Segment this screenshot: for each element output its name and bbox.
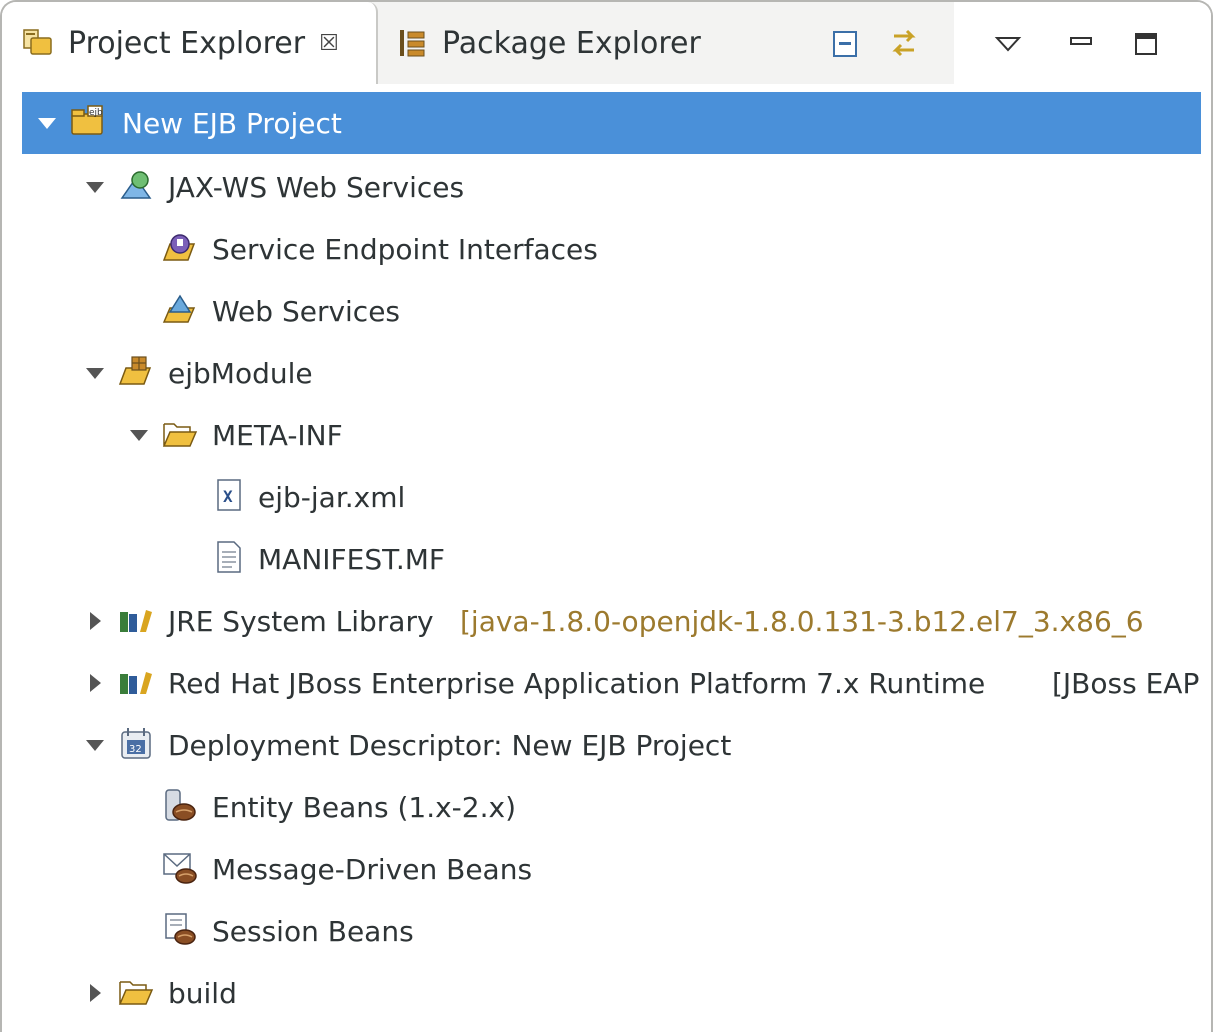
tree-item-build[interactable]: build: [22, 962, 1201, 1024]
minimize-icon: [1070, 37, 1092, 45]
tree-item-label: Session Beans: [212, 914, 414, 948]
project-explorer-view: Project Explorer ☒ Package Explorer ejb …: [0, 0, 1213, 1032]
minimize-button[interactable]: [1062, 24, 1102, 64]
collapsed-arrow-icon[interactable]: [84, 672, 106, 694]
tree-item-label: build: [168, 976, 237, 1010]
tree-item-session-beans[interactable]: Session Beans: [22, 900, 1201, 962]
tree-item-ejbmodule[interactable]: ejbModule: [22, 342, 1201, 404]
tree-item-jboss-runtime[interactable]: Red Hat JBoss Enterprise Application Pla…: [22, 652, 1201, 714]
web-services-globe-icon: [118, 168, 154, 204]
tree-item-label: Red Hat JBoss Enterprise Application Pla…: [168, 666, 986, 700]
link-with-editor-icon: [892, 29, 916, 57]
tree-item-web-services[interactable]: Web Services: [22, 280, 1201, 342]
tree-item-deployment-descriptor[interactable]: 32 Deployment Descriptor: New EJB Projec…: [22, 714, 1201, 776]
library-icon: [118, 664, 154, 700]
close-icon[interactable]: ☒: [319, 31, 339, 56]
xml-file-icon: X: [212, 478, 248, 514]
tab-project-explorer[interactable]: Project Explorer ☒: [2, 2, 378, 84]
expanded-arrow-icon[interactable]: [84, 176, 106, 198]
tree-item-label: ejb-jar.xml: [258, 480, 406, 514]
ejb-project-icon: ejb: [70, 104, 106, 140]
tree-item-label: JRE System Library: [168, 604, 434, 638]
tab-package-explorer-label: Package Explorer: [442, 25, 701, 61]
session-bean-icon: [162, 912, 198, 948]
view-tab-bar: Project Explorer ☒ Package Explorer: [2, 2, 1211, 84]
text-file-icon: [212, 540, 248, 576]
expanded-arrow-icon[interactable]: [36, 112, 58, 134]
folder-open-icon: [162, 416, 198, 452]
svg-text:X: X: [223, 487, 233, 506]
tree-item-label: Service Endpoint Interfaces: [212, 232, 598, 266]
entity-bean-icon: [162, 788, 198, 824]
collapsed-arrow-icon[interactable]: [84, 610, 106, 632]
tree-item-label: MANIFEST.MF: [258, 542, 446, 576]
web-service-icon: [162, 292, 198, 328]
expanded-arrow-icon[interactable]: [84, 362, 106, 384]
chevron-down-icon: [994, 37, 1022, 52]
jre-version-decoration: [java-1.8.0-openjdk-1.8.0.131-3.b12.el7_…: [460, 604, 1144, 638]
tree-item-label: META-INF: [212, 418, 343, 452]
link-with-editor-button[interactable]: [884, 24, 924, 64]
tree-item-ejb-jar-xml[interactable]: X ejb-jar.xml: [22, 466, 1201, 528]
collapse-all-icon: [833, 31, 857, 57]
maximize-button[interactable]: [1126, 24, 1166, 64]
package-explorer-icon: [396, 26, 430, 60]
tree-item-manifest-mf[interactable]: MANIFEST.MF: [22, 528, 1201, 590]
collapse-all-button[interactable]: [826, 24, 866, 64]
tree-item-label: Entity Beans (1.x-2.x): [212, 790, 516, 824]
folder-open-icon: [118, 974, 154, 1010]
expanded-arrow-icon[interactable]: [128, 424, 150, 446]
library-icon: [118, 602, 154, 638]
tree-item-label: ejbModule: [168, 356, 313, 390]
project-tree: ejb New EJB Project JAX-WS Web Services: [2, 92, 1211, 1032]
tree-item-message-driven-beans[interactable]: Message-Driven Beans: [22, 838, 1201, 900]
tab-project-explorer-label: Project Explorer: [68, 25, 306, 61]
svg-text:ejb: ejb: [89, 108, 103, 118]
tree-item-label: Message-Driven Beans: [212, 852, 533, 886]
deployment-descriptor-icon: 32: [118, 726, 154, 762]
expanded-arrow-icon[interactable]: [84, 734, 106, 756]
tree-item-label: JAX-WS Web Services: [168, 170, 465, 204]
tab-package-explorer[interactable]: Package Explorer: [396, 2, 701, 84]
tree-item-label: Deployment Descriptor: New EJB Project: [168, 728, 732, 762]
tree-item-new-ejb-project[interactable]: ejb New EJB Project: [22, 92, 1201, 154]
runtime-decoration: [JBoss EAP: [1052, 666, 1200, 700]
svg-text:32: 32: [129, 744, 142, 755]
tree-item-entity-beans[interactable]: Entity Beans (1.x-2.x): [22, 776, 1201, 838]
tree-item-jre-system-library[interactable]: JRE System Library [java-1.8.0-openjdk-1…: [22, 590, 1201, 652]
project-explorer-icon: [22, 26, 56, 60]
maximize-icon: [1135, 33, 1157, 55]
message-driven-bean-icon: [162, 850, 198, 886]
source-folder-icon: [118, 354, 154, 390]
tree-item-meta-inf[interactable]: META-INF: [22, 404, 1201, 466]
tree-item-label: New EJB Project: [122, 106, 342, 140]
service-endpoint-icon: [162, 230, 198, 266]
tree-item-service-endpoint-interfaces[interactable]: Service Endpoint Interfaces: [22, 218, 1201, 280]
view-menu-button[interactable]: [988, 24, 1028, 64]
tree-item-jaxws-web-services[interactable]: JAX-WS Web Services: [22, 156, 1201, 218]
tree-item-label: Web Services: [212, 294, 401, 328]
collapsed-arrow-icon[interactable]: [84, 982, 106, 1004]
